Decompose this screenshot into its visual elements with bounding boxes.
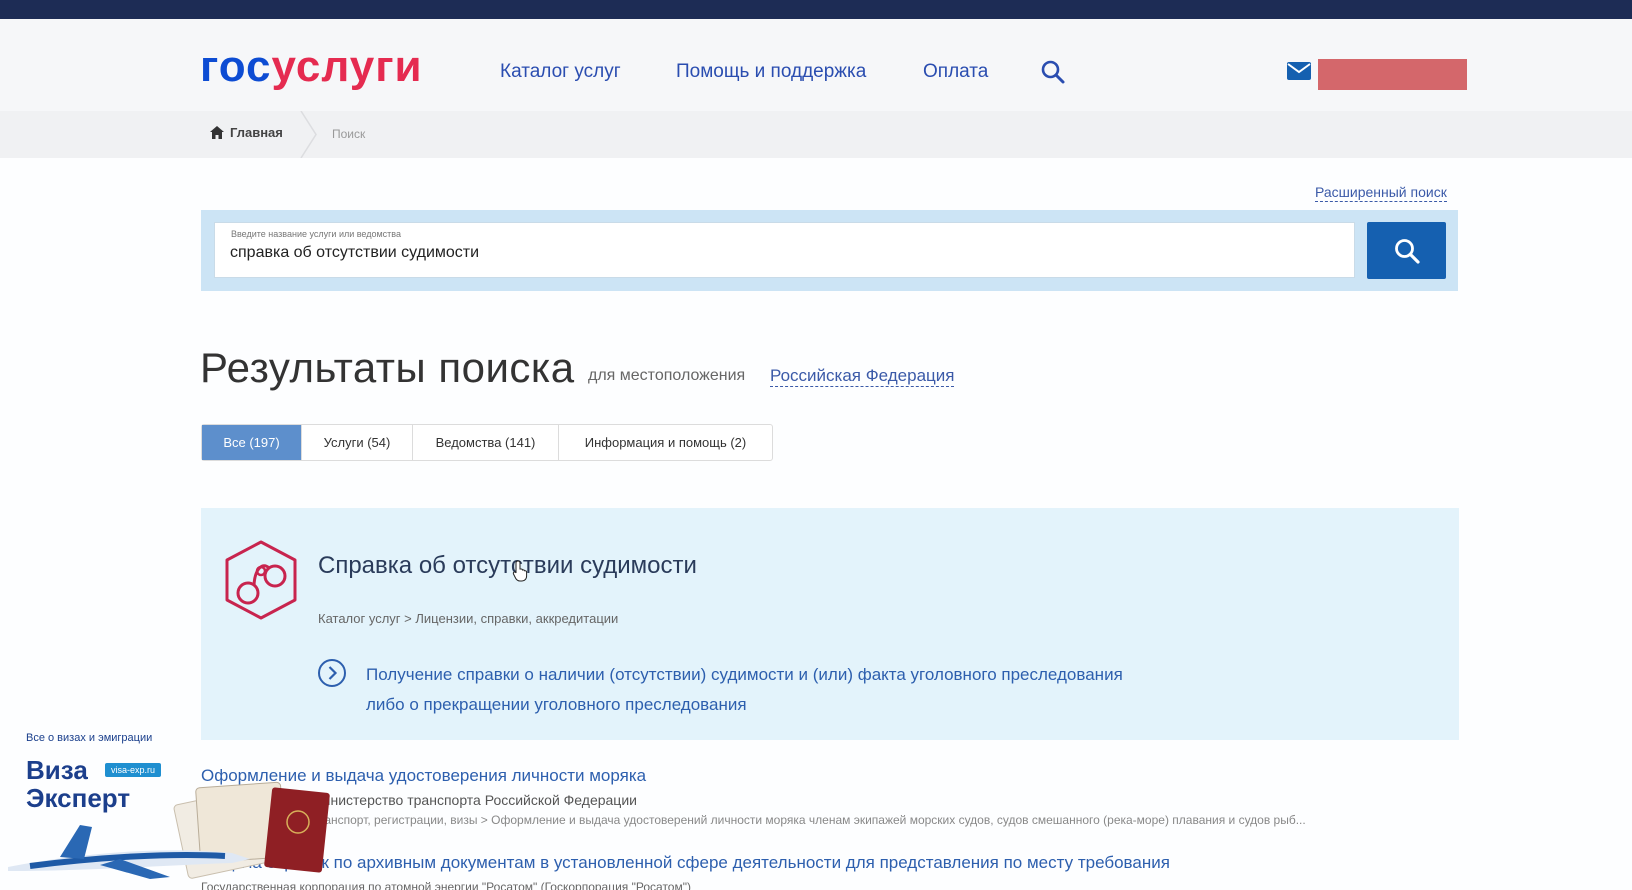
gosuslugi-logo[interactable]: госуслуги <box>200 45 423 89</box>
result-category: Транспорт, регистрации, визы > Оформлени… <box>311 813 1306 827</box>
featured-result: Справка об отсутствии судимости Каталог … <box>201 508 1459 740</box>
watermark-tagline: Все о визах и эмиграции <box>26 732 153 744</box>
watermark-name-line1: Виза <box>26 755 88 785</box>
region-selector[interactable]: Российская Федерация <box>770 366 955 387</box>
breadcrumb-home-label: Главная <box>230 125 283 140</box>
top-bar <box>0 0 1632 19</box>
search-placeholder: Введите название услуги или ведомства <box>231 229 401 239</box>
hand-cursor-icon <box>512 560 528 582</box>
logo-part-1: гос <box>200 42 272 91</box>
nav-catalog[interactable]: Каталог услуг <box>500 61 621 83</box>
visa-expert-watermark: Все о визах и эмиграции Виза visa-exp.ru… <box>0 725 330 890</box>
search-icon[interactable] <box>1040 59 1066 85</box>
search-panel: Введите название услуги или ведомства сп… <box>201 210 1458 291</box>
mail-icon[interactable] <box>1287 62 1311 80</box>
watermark-site: visa-exp.ru <box>105 763 162 777</box>
results-title: Результаты поиска <box>200 344 575 391</box>
watermark-name-line2: Эксперт <box>26 783 131 813</box>
search-value: справка об отсутствии судимости <box>230 244 480 261</box>
breadcrumb-current: Поиск <box>332 127 366 141</box>
tab-all[interactable]: Все (197) <box>202 425 302 460</box>
handcuffs-icon <box>225 540 297 620</box>
result-title[interactable]: Выдача справок по архивным документам в … <box>201 853 1170 873</box>
tab-info-help[interactable]: Информация и помощь (2) <box>559 425 772 460</box>
chevron-right-circle-icon[interactable] <box>317 658 347 688</box>
user-profile-button[interactable] <box>1318 59 1467 90</box>
search-button[interactable] <box>1367 222 1446 279</box>
breadcrumb-separator <box>300 111 317 158</box>
tab-services[interactable]: Услуги (54) <box>302 425 413 460</box>
featured-result-title[interactable]: Справка об отсутствии судимости <box>318 552 697 580</box>
logo-part-2: услуги <box>271 42 423 91</box>
advanced-search-link[interactable]: Расширенный поиск <box>1315 184 1447 202</box>
search-icon <box>1394 238 1420 264</box>
featured-result-service-link[interactable]: Получение справки о наличии (отсутствии)… <box>366 660 1126 720</box>
nav-help[interactable]: Помощь и поддержка <box>676 61 866 83</box>
breadcrumb-home[interactable]: Главная <box>210 125 283 140</box>
featured-result-category: Каталог услуг > Лицензии, справки, аккре… <box>318 611 619 626</box>
tab-departments[interactable]: Ведомства (141) <box>413 425 559 460</box>
site-header: госуслуги Каталог услуг Помощь и поддерж… <box>0 19 1632 111</box>
breadcrumb: Главная Поиск <box>0 111 1632 158</box>
result-department: Министерство транспорта Российской Федер… <box>311 792 637 808</box>
location-label: для местоположения <box>588 367 746 384</box>
results-tabs: Все (197) Услуги (54) Ведомства (141) Ин… <box>201 424 773 461</box>
nav-payment[interactable]: Оплата <box>923 61 988 83</box>
search-input[interactable]: Введите название услуги или ведомства сп… <box>214 222 1355 278</box>
home-icon <box>210 126 224 139</box>
